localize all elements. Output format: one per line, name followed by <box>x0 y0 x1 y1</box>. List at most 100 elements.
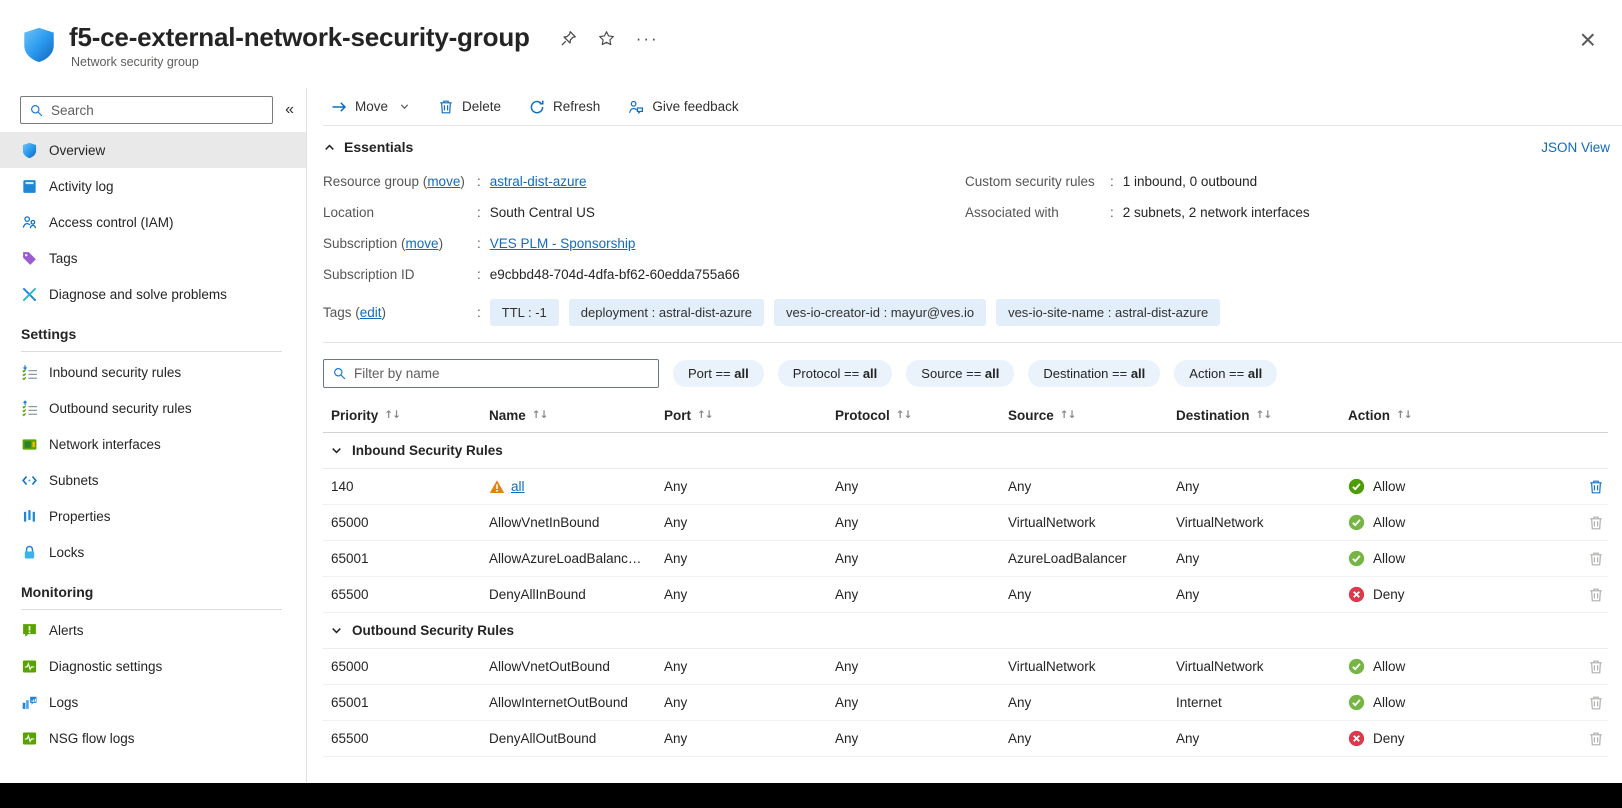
cell-protocol: Any <box>835 479 1008 494</box>
flow-logs-icon <box>21 730 38 747</box>
sidebar-item-alerts[interactable]: Alerts <box>0 612 306 648</box>
delete-rule-icon[interactable] <box>1588 695 1604 711</box>
delete-rule-icon[interactable] <box>1588 659 1604 675</box>
filter-by-name-input[interactable] <box>354 366 650 381</box>
cell-port: Any <box>664 551 835 566</box>
essentials-header: Essentials JSON View <box>323 139 1622 155</box>
cell-action: Allow <box>1348 658 1564 675</box>
column-header-action[interactable]: Action↑↓ <box>1348 408 1564 423</box>
sidebar-item-label: Overview <box>49 143 105 158</box>
essentials-value-link[interactable]: VES PLM - Sponsorship <box>490 236 636 251</box>
tag-pill[interactable]: TTL : -1 <box>490 299 559 326</box>
cell-destination: Any <box>1176 551 1348 566</box>
sidebar-item-locks[interactable]: Locks <box>0 534 306 570</box>
filter-pill-protocol[interactable]: Protocol == all <box>778 360 893 387</box>
sort-icon: ↑↓ <box>1060 409 1076 421</box>
cell-action: Deny <box>1348 730 1564 747</box>
sort-icon: ↑↓ <box>1256 409 1272 421</box>
colon: : <box>477 305 481 320</box>
sidebar-item-logs[interactable]: Logs <box>0 684 306 720</box>
column-header-source[interactable]: Source ↑↓ <box>1008 408 1176 423</box>
sidebar-item-activity-log[interactable]: Activity log <box>0 168 306 204</box>
essentials-label: Associated with <box>965 205 1108 220</box>
rules-table-body: Inbound Security Rules140allAnyAnyAnyAny… <box>323 433 1608 757</box>
delete-rule-icon[interactable] <box>1588 587 1604 603</box>
delete-button[interactable]: Delete <box>438 99 501 115</box>
column-header-protocol[interactable]: Protocol↑↓ <box>835 408 1008 423</box>
move-button[interactable]: Move <box>331 99 410 115</box>
column-header-port[interactable]: Port↑↓ <box>664 408 835 423</box>
sidebar-item-inbound-security-rules[interactable]: Inbound security rules <box>0 354 306 390</box>
essentials-value: South Central US <box>490 205 595 220</box>
filter-pill-destination[interactable]: Destination == all <box>1028 360 1160 387</box>
tag-pill[interactable]: ves-io-creator-id : mayur@ves.io <box>774 299 986 326</box>
delete-rule-icon[interactable] <box>1588 479 1604 495</box>
favorite-star-icon[interactable] <box>598 30 615 47</box>
toolbar-button-label: Delete <box>462 99 501 114</box>
cell-delete <box>1564 659 1608 675</box>
sidebar-item-diagnose-and-solve-problems[interactable]: Diagnose and solve problems <box>0 276 306 312</box>
sidebar-item-diagnostic-settings[interactable]: Diagnostic settings <box>0 648 306 684</box>
sidebar-item-tags[interactable]: Tags <box>0 240 306 276</box>
rule-row[interactable]: 65500DenyAllInBoundAnyAnyAnyAnyDeny <box>323 577 1608 613</box>
sidebar-item-network-interfaces[interactable]: Network interfaces <box>0 426 306 462</box>
essentials-value-link[interactable]: astral-dist-azure <box>490 174 587 189</box>
cell-delete <box>1564 695 1608 711</box>
delete-rule-icon[interactable] <box>1588 515 1604 531</box>
sidebar-item-properties[interactable]: Properties <box>0 498 306 534</box>
move-arrow-icon <box>331 99 347 115</box>
cell-port: Any <box>664 659 835 674</box>
cell-source: AzureLoadBalancer <box>1008 551 1176 566</box>
filter-pill-source[interactable]: Source == all <box>906 360 1014 387</box>
column-header-priority[interactable]: Priority↑↓ <box>323 408 489 423</box>
sidebar-item-subnets[interactable]: Subnets <box>0 462 306 498</box>
sidebar-item-label: Properties <box>49 509 111 524</box>
cell-protocol: Any <box>835 515 1008 530</box>
cell-name: DenyAllOutBound <box>489 731 664 746</box>
more-options-icon[interactable]: ··· <box>636 33 659 45</box>
move-link[interactable]: move <box>406 236 439 251</box>
sidebar-item-nsg-flow-logs[interactable]: NSG flow logs <box>0 720 306 756</box>
collapse-sidebar-button[interactable]: « <box>285 101 294 119</box>
delete-rule-icon[interactable] <box>1588 731 1604 747</box>
rule-row[interactable]: 65500DenyAllOutBoundAnyAnyAnyAnyDeny <box>323 721 1608 757</box>
sidebar-item-access-control-iam[interactable]: Access control (IAM) <box>0 204 306 240</box>
move-link[interactable]: move <box>427 174 460 189</box>
action-label: Allow <box>1373 515 1405 530</box>
sidebar-item-overview[interactable]: Overview <box>0 132 306 168</box>
column-header-name[interactable]: Name ↑↓ <box>489 408 664 423</box>
filter-pill-action[interactable]: Action == all <box>1174 360 1277 387</box>
tag-pill[interactable]: ves-io-site-name : astral-dist-azure <box>996 299 1220 326</box>
network-interface-icon <box>21 436 38 453</box>
rule-row[interactable]: 65000AllowVnetOutBoundAnyAnyVirtualNetwo… <box>323 649 1608 685</box>
refresh-button[interactable]: Refresh <box>529 99 600 115</box>
json-view-link[interactable]: JSON View <box>1541 140 1610 155</box>
essentials-label: Resource group (move) <box>323 174 475 189</box>
edit-tags-link[interactable]: edit <box>360 305 382 320</box>
close-icon[interactable]: × <box>1580 26 1596 54</box>
cell-protocol: Any <box>835 695 1008 710</box>
tag-pill[interactable]: deployment : astral-dist-azure <box>569 299 764 326</box>
delete-rule-icon[interactable] <box>1588 551 1604 567</box>
pin-icon[interactable] <box>560 30 577 47</box>
filter-row: Port == all Protocol == all Source == all D… <box>323 359 1622 388</box>
rule-row[interactable]: 140allAnyAnyAnyAnyAllow <box>323 469 1608 505</box>
sidebar-item-label: Network interfaces <box>49 437 161 452</box>
sidebar-item-outbound-security-rules[interactable]: Outbound security rules <box>0 390 306 426</box>
give-feedback-button[interactable]: Give feedback <box>628 99 738 115</box>
action-label: Allow <box>1373 479 1405 494</box>
group-outbound-security-rules[interactable]: Outbound Security Rules <box>323 613 1608 649</box>
filter-pill-port[interactable]: Port == all <box>673 360 764 387</box>
column-label: Name <box>489 408 526 423</box>
sidebar-search-input[interactable] <box>51 103 264 118</box>
sort-icon: ↑↓ <box>532 409 548 421</box>
group-inbound-security-rules[interactable]: Inbound Security Rules <box>323 433 1608 469</box>
cell-port: Any <box>664 731 835 746</box>
rule-row[interactable]: 65001AllowAzureLoadBalanc…AnyAnyAzureLoa… <box>323 541 1608 577</box>
collapse-essentials-icon[interactable] <box>323 141 336 154</box>
column-header-destination[interactable]: Destination↑↓ <box>1176 408 1348 423</box>
rule-row[interactable]: 65001AllowInternetOutBoundAnyAnyAnyInter… <box>323 685 1608 721</box>
rule-row[interactable]: 65000AllowVnetInBoundAnyAnyVirtualNetwor… <box>323 505 1608 541</box>
column-label: Source <box>1008 408 1054 423</box>
rule-name-link[interactable]: all <box>511 479 525 494</box>
